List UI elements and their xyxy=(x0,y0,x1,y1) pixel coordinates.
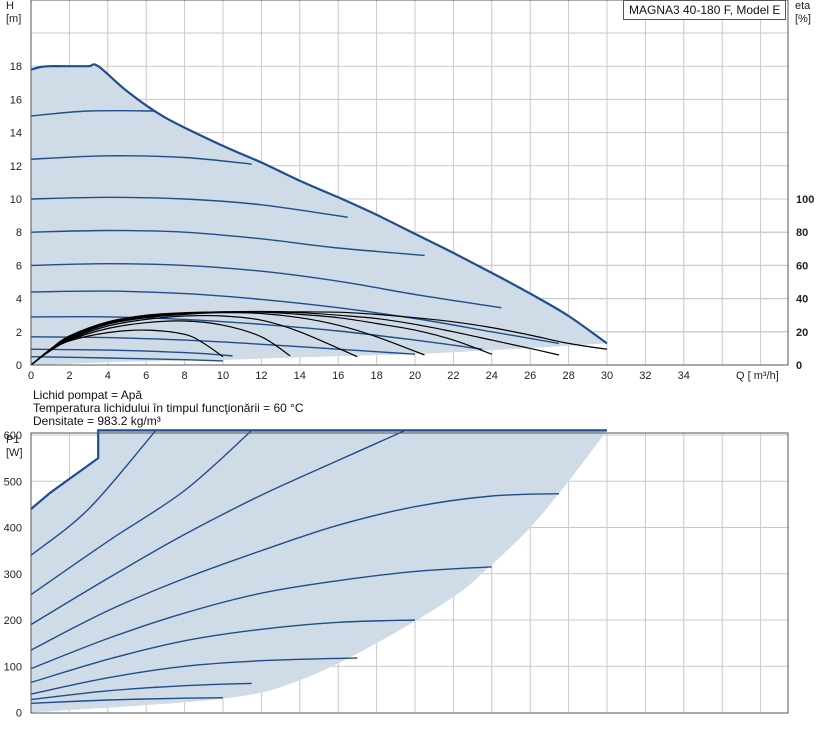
h-tick-label: 10 xyxy=(10,194,22,206)
h-tick-label: 4 xyxy=(16,294,22,306)
q-tick-label: 8 xyxy=(182,370,188,382)
q-tick-label: 18 xyxy=(370,370,382,382)
q-tick-label: 10 xyxy=(217,370,229,382)
q-axis-label: Q [ m³/h] xyxy=(736,370,779,382)
p1-axis-label: P1 xyxy=(6,434,19,446)
eta-tick-label: 40 xyxy=(796,294,808,306)
h-tick-label: 16 xyxy=(10,94,22,106)
q-tick-label: 20 xyxy=(409,370,421,382)
q-tick-label: 0 xyxy=(28,370,34,382)
h-tick-label: 0 xyxy=(16,360,22,372)
eta-tick-label: 100 xyxy=(796,194,814,206)
q-tick-label: 22 xyxy=(447,370,459,382)
eta-tick-label: 60 xyxy=(796,260,808,272)
q-tick-label: 32 xyxy=(639,370,651,382)
q-tick-label: 14 xyxy=(294,370,306,382)
h-tick-label: 12 xyxy=(10,161,22,173)
p1-tick-label: 400 xyxy=(4,523,22,535)
eta-tick-label: 20 xyxy=(796,327,808,339)
h-tick-label: 2 xyxy=(16,327,22,339)
p1-axis-unit: [W] xyxy=(6,447,23,459)
bottom-tick-labels: 0100200300400500600 xyxy=(4,430,22,720)
p1-tick-label: 500 xyxy=(4,476,22,488)
q-tick-label: 28 xyxy=(562,370,574,382)
h-axis-label: H xyxy=(6,0,14,12)
p1-tick-label: 200 xyxy=(4,615,22,627)
pump-curves-chart: 0246810121416180204060801000 2 4 6 8 10 12 14 16… xyxy=(4,0,814,720)
p1-tick-label: 100 xyxy=(4,661,22,673)
h-tick-label: 14 xyxy=(10,128,22,140)
eta-axis-unit: [%] xyxy=(795,13,811,25)
q-tick-label: 2 xyxy=(66,370,72,382)
pump-model-legend: MAGNA3 40-180 F, Model E xyxy=(623,0,786,20)
eta-tick-label: 0 xyxy=(796,360,802,372)
p1-tick-label: 0 xyxy=(16,708,22,720)
p1-tick-label: 300 xyxy=(4,569,22,581)
density-text: Densitate = 983.2 kg/m³ xyxy=(33,414,161,428)
h-tick-label: 8 xyxy=(16,227,22,239)
q-tick-label: 12 xyxy=(255,370,267,382)
q-tick-label: 16 xyxy=(332,370,344,382)
q-tick-label: 26 xyxy=(524,370,536,382)
q-tick-label: 4 xyxy=(105,370,111,382)
q-tick-label: 6 xyxy=(143,370,149,382)
h-tick-label: 18 xyxy=(10,61,22,73)
q-tick-label: 30 xyxy=(601,370,613,382)
eta-tick-label: 80 xyxy=(796,227,808,239)
h-tick-label: 6 xyxy=(16,260,22,272)
q-tick-label: 34 xyxy=(678,370,690,382)
q-tick-label: 24 xyxy=(486,370,498,382)
eta-axis-label: eta xyxy=(795,0,811,12)
h-axis-unit: [m] xyxy=(6,13,21,25)
